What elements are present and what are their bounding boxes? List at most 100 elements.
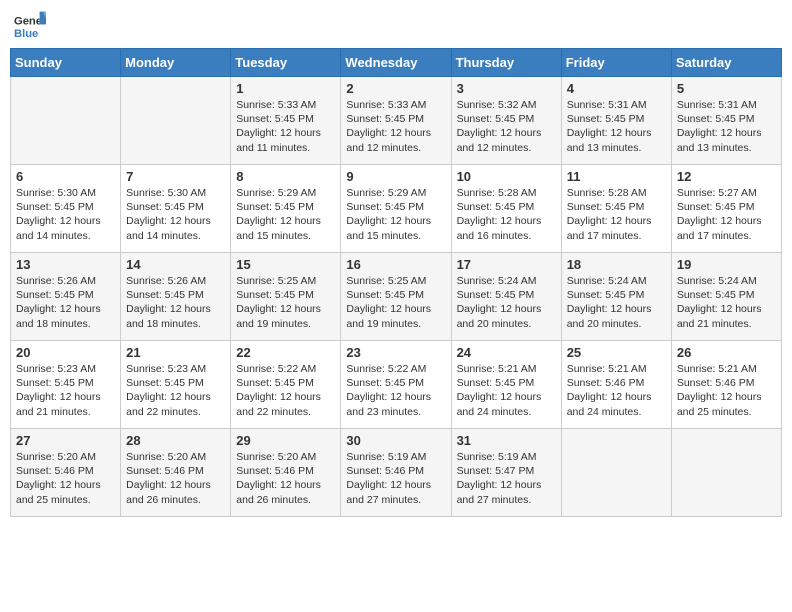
day-number: 4	[567, 81, 666, 96]
calendar-header-row: SundayMondayTuesdayWednesdayThursdayFrid…	[11, 49, 782, 77]
day-info: Sunrise: 5:30 AM Sunset: 5:45 PM Dayligh…	[16, 186, 115, 243]
day-info: Sunrise: 5:31 AM Sunset: 5:45 PM Dayligh…	[677, 98, 776, 155]
day-number: 23	[346, 345, 445, 360]
logo-icon: General Blue	[14, 10, 46, 42]
day-number: 24	[457, 345, 556, 360]
day-info: Sunrise: 5:19 AM Sunset: 5:47 PM Dayligh…	[457, 450, 556, 507]
calendar-cell	[121, 77, 231, 165]
day-number: 19	[677, 257, 776, 272]
calendar-cell: 29 Sunrise: 5:20 AM Sunset: 5:46 PM Dayli…	[231, 429, 341, 517]
day-info: Sunrise: 5:21 AM Sunset: 5:45 PM Dayligh…	[457, 362, 556, 419]
calendar-cell: 19 Sunrise: 5:24 AM Sunset: 5:45 PM Dayli…	[671, 253, 781, 341]
day-info: Sunrise: 5:24 AM Sunset: 5:45 PM Dayligh…	[567, 274, 666, 331]
day-number: 21	[126, 345, 225, 360]
day-info: Sunrise: 5:19 AM Sunset: 5:46 PM Dayligh…	[346, 450, 445, 507]
calendar-cell	[11, 77, 121, 165]
day-number: 15	[236, 257, 335, 272]
day-number: 30	[346, 433, 445, 448]
calendar-cell: 28 Sunrise: 5:20 AM Sunset: 5:46 PM Dayli…	[121, 429, 231, 517]
calendar-cell: 22 Sunrise: 5:22 AM Sunset: 5:45 PM Dayli…	[231, 341, 341, 429]
calendar-cell: 12Sunrise: 5:27 AM Sunset: 5:45 PM Dayli…	[671, 165, 781, 253]
header-wednesday: Wednesday	[341, 49, 451, 77]
day-number: 31	[457, 433, 556, 448]
week-row-2: 6 Sunrise: 5:30 AM Sunset: 5:45 PM Daylig…	[11, 165, 782, 253]
calendar-cell: 21 Sunrise: 5:23 AM Sunset: 5:45 PM Dayli…	[121, 341, 231, 429]
calendar-cell: 20Sunrise: 5:23 AM Sunset: 5:45 PM Dayli…	[11, 341, 121, 429]
day-number: 7	[126, 169, 225, 184]
calendar-table: SundayMondayTuesdayWednesdayThursdayFrid…	[10, 48, 782, 517]
calendar-cell: 31 Sunrise: 5:19 AM Sunset: 5:47 PM Dayli…	[451, 429, 561, 517]
day-info: Sunrise: 5:29 AM Sunset: 5:45 PM Dayligh…	[346, 186, 445, 243]
day-number: 18	[567, 257, 666, 272]
calendar-cell: 8Sunrise: 5:29 AM Sunset: 5:45 PM Daylig…	[231, 165, 341, 253]
day-number: 26	[677, 345, 776, 360]
day-info: Sunrise: 5:20 AM Sunset: 5:46 PM Dayligh…	[236, 450, 335, 507]
day-info: Sunrise: 5:28 AM Sunset: 5:45 PM Dayligh…	[567, 186, 666, 243]
day-number: 22	[236, 345, 335, 360]
day-number: 10	[457, 169, 556, 184]
day-info: Sunrise: 5:23 AM Sunset: 5:45 PM Dayligh…	[16, 362, 115, 419]
header-sunday: Sunday	[11, 49, 121, 77]
logo: General Blue	[14, 10, 50, 42]
day-info: Sunrise: 5:24 AM Sunset: 5:45 PM Dayligh…	[457, 274, 556, 331]
day-number: 17	[457, 257, 556, 272]
day-info: Sunrise: 5:26 AM Sunset: 5:45 PM Dayligh…	[126, 274, 225, 331]
day-number: 29	[236, 433, 335, 448]
week-row-5: 27 Sunrise: 5:20 AM Sunset: 5:46 PM Dayli…	[11, 429, 782, 517]
day-info: Sunrise: 5:30 AM Sunset: 5:45 PM Dayligh…	[126, 186, 225, 243]
day-info: Sunrise: 5:25 AM Sunset: 5:45 PM Dayligh…	[236, 274, 335, 331]
header-thursday: Thursday	[451, 49, 561, 77]
day-info: Sunrise: 5:31 AM Sunset: 5:45 PM Dayligh…	[567, 98, 666, 155]
day-info: Sunrise: 5:28 AM Sunset: 5:45 PM Dayligh…	[457, 186, 556, 243]
calendar-cell: 30 Sunrise: 5:19 AM Sunset: 5:46 PM Dayli…	[341, 429, 451, 517]
svg-text:Blue: Blue	[14, 28, 38, 40]
calendar-cell: 1 Sunrise: 5:33 AM Sunset: 5:45 PM Daylig…	[231, 77, 341, 165]
calendar-cell: 17 Sunrise: 5:24 AM Sunset: 5:45 PM Dayli…	[451, 253, 561, 341]
header-saturday: Saturday	[671, 49, 781, 77]
week-row-3: 13 Sunrise: 5:26 AM Sunset: 5:45 PM Dayli…	[11, 253, 782, 341]
day-info: Sunrise: 5:24 AM Sunset: 5:45 PM Dayligh…	[677, 274, 776, 331]
day-number: 2	[346, 81, 445, 96]
day-number: 16	[346, 257, 445, 272]
day-info: Sunrise: 5:32 AM Sunset: 5:45 PM Dayligh…	[457, 98, 556, 155]
calendar-cell: 3 Sunrise: 5:32 AM Sunset: 5:45 PM Daylig…	[451, 77, 561, 165]
calendar-cell: 10 Sunrise: 5:28 AM Sunset: 5:45 PM Dayli…	[451, 165, 561, 253]
day-number: 3	[457, 81, 556, 96]
day-number: 6	[16, 169, 115, 184]
day-number: 13	[16, 257, 115, 272]
calendar-cell: 9 Sunrise: 5:29 AM Sunset: 5:45 PM Daylig…	[341, 165, 451, 253]
page-header: General Blue	[10, 10, 782, 42]
header-friday: Friday	[561, 49, 671, 77]
day-info: Sunrise: 5:33 AM Sunset: 5:45 PM Dayligh…	[236, 98, 335, 155]
calendar-cell: 27Sunrise: 5:20 AM Sunset: 5:46 PM Dayli…	[11, 429, 121, 517]
week-row-4: 20Sunrise: 5:23 AM Sunset: 5:45 PM Dayli…	[11, 341, 782, 429]
day-number: 1	[236, 81, 335, 96]
calendar-cell: 13 Sunrise: 5:26 AM Sunset: 5:45 PM Dayli…	[11, 253, 121, 341]
calendar-cell: 5Sunrise: 5:31 AM Sunset: 5:45 PM Daylig…	[671, 77, 781, 165]
calendar-cell: 15 Sunrise: 5:25 AM Sunset: 5:45 PM Dayli…	[231, 253, 341, 341]
day-info: Sunrise: 5:21 AM Sunset: 5:46 PM Dayligh…	[567, 362, 666, 419]
day-info: Sunrise: 5:21 AM Sunset: 5:46 PM Dayligh…	[677, 362, 776, 419]
day-info: Sunrise: 5:26 AM Sunset: 5:45 PM Dayligh…	[16, 274, 115, 331]
day-info: Sunrise: 5:20 AM Sunset: 5:46 PM Dayligh…	[126, 450, 225, 507]
day-info: Sunrise: 5:22 AM Sunset: 5:45 PM Dayligh…	[236, 362, 335, 419]
header-tuesday: Tuesday	[231, 49, 341, 77]
calendar-cell: 6 Sunrise: 5:30 AM Sunset: 5:45 PM Daylig…	[11, 165, 121, 253]
day-info: Sunrise: 5:25 AM Sunset: 5:45 PM Dayligh…	[346, 274, 445, 331]
calendar-cell	[671, 429, 781, 517]
calendar-cell: 24 Sunrise: 5:21 AM Sunset: 5:45 PM Dayli…	[451, 341, 561, 429]
day-number: 9	[346, 169, 445, 184]
calendar-cell: 18 Sunrise: 5:24 AM Sunset: 5:45 PM Dayli…	[561, 253, 671, 341]
calendar-cell: 7 Sunrise: 5:30 AM Sunset: 5:45 PM Daylig…	[121, 165, 231, 253]
day-info: Sunrise: 5:23 AM Sunset: 5:45 PM Dayligh…	[126, 362, 225, 419]
calendar-cell	[561, 429, 671, 517]
calendar-cell: 2Sunrise: 5:33 AM Sunset: 5:45 PM Daylig…	[341, 77, 451, 165]
day-info: Sunrise: 5:29 AM Sunset: 5:45 PM Dayligh…	[236, 186, 335, 243]
day-number: 27	[16, 433, 115, 448]
calendar-cell: 23 Sunrise: 5:22 AM Sunset: 5:45 PM Dayli…	[341, 341, 451, 429]
day-number: 25	[567, 345, 666, 360]
day-number: 12	[677, 169, 776, 184]
day-number: 28	[126, 433, 225, 448]
calendar-cell: 16 Sunrise: 5:25 AM Sunset: 5:45 PM Dayli…	[341, 253, 451, 341]
day-info: Sunrise: 5:22 AM Sunset: 5:45 PM Dayligh…	[346, 362, 445, 419]
